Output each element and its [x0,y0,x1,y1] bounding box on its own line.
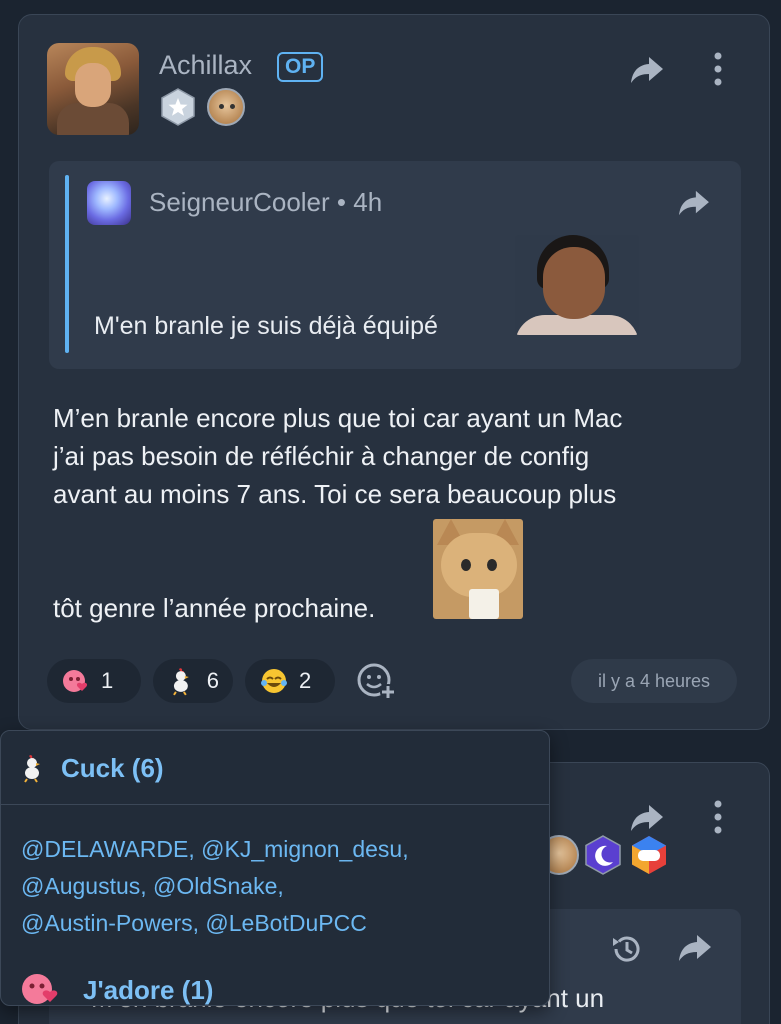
history-icon[interactable] [609,931,645,967]
reaction-cuck[interactable]: 6 [153,659,233,703]
cat-sticker-image [433,519,523,619]
add-reaction-icon[interactable] [355,661,397,701]
quote-text: M'en branle je suis déjà équipé [94,312,438,340]
user-mention[interactable]: @LeBotDuPCC [205,910,366,936]
jadore-emoji-icon [63,670,88,692]
cat-badge-icon [207,88,245,126]
quote-author-avatar[interactable] [87,181,131,225]
popover-next-title: J'adore (1) [83,975,214,1005]
post-body-line: j’ai pas besoin de réfléchir à changer d… [53,441,590,471]
reaction-users-popover: Cuck (6) @DELAWARDE, @KJ_mignon_desu, @A… [0,730,550,1006]
share-icon[interactable] [629,55,665,85]
share-icon[interactable] [629,803,665,833]
post-body-line: M’en branle encore plus que toi car ayan… [53,403,623,433]
user-mention[interactable]: @Austin-Powers, [21,910,199,936]
post-body: M’en branle encore plus que toi car ayan… [53,399,733,513]
author-username[interactable]: Achillax [159,50,252,81]
user-mention[interactable]: @OldSnake, [153,873,284,899]
reaction-count: 6 [206,668,219,693]
rooster-emoji-icon [24,755,40,783]
rooster-emoji-icon [173,668,189,696]
quote-author[interactable]: SeigneurCooler [149,187,330,217]
reaction-count: 1 [101,668,114,693]
reaction-count: 2 [299,668,312,693]
post-card: Achillax OP SeigneurCooler • 4h M'en bra… [18,14,770,730]
quoted-message[interactable]: SeigneurCooler • 4h M'en branle je suis … [49,161,741,369]
face-sticker-image [515,235,639,335]
quote-age: 4h [353,187,383,217]
more-options-icon[interactable] [709,799,727,835]
post-timestamp: il y a 4 heures [571,659,737,703]
quote-bar [65,175,69,353]
quote-share-icon[interactable] [677,189,711,217]
user-mention[interactable]: @Augustus, [21,873,147,899]
reaction-laughing[interactable]: 2 [245,659,335,703]
user-mention[interactable]: @KJ_mignon_desu, [201,836,408,862]
jadore-emoji-icon [22,974,58,1004]
popover-user-list: @DELAWARDE, @KJ_mignon_desu, @Augustus, … [21,831,521,942]
moon-badge-icon [585,835,621,875]
quote-author-line: SeigneurCooler • 4h [149,187,382,218]
more-options-icon[interactable] [709,51,727,87]
popover-title: Cuck (6) [61,753,164,783]
popover-header: Cuck (6) [1,731,549,805]
share-icon[interactable] [677,933,713,963]
author-avatar[interactable] [47,43,139,135]
gamepad-badge-icon [632,836,666,874]
user-mention[interactable]: @DELAWARDE, [21,836,195,862]
star-badge-icon [161,88,195,126]
post-body-line: avant au moins 7 ans. Toi ce sera beauco… [53,479,617,509]
laughing-tears-emoji-icon [261,669,287,693]
op-badge: OP [277,52,324,82]
quote-separator: • [336,187,347,217]
reaction-jadore[interactable]: 1 [47,659,141,703]
post-body-last-line: tôt genre l’année prochaine. [53,593,376,623]
